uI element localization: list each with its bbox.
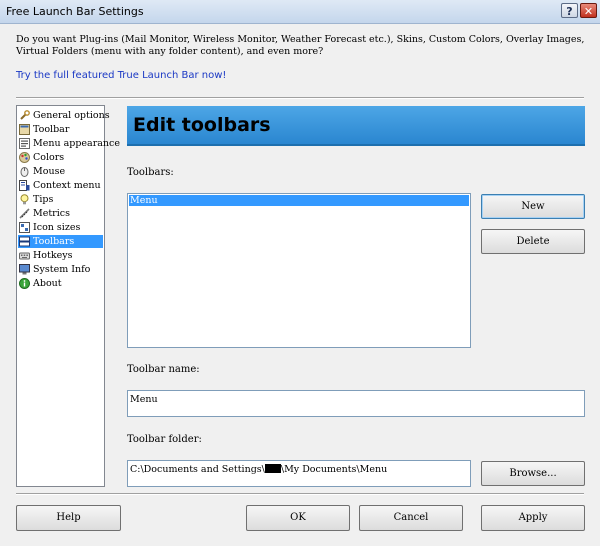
context-menu-icon xyxy=(19,180,30,191)
cancel-button[interactable]: Cancel xyxy=(359,505,463,531)
list-item[interactable]: Menu xyxy=(129,195,469,206)
sidebar-item-label: Menu appearance xyxy=(33,138,120,149)
promo-link[interactable]: Try the full featured True Launch Bar no… xyxy=(16,70,226,81)
sidebar-item-toolbars[interactable]: Toolbars xyxy=(18,235,103,248)
sidebar-item-label: Tips xyxy=(33,194,54,205)
redacted-username xyxy=(264,464,281,473)
mouse-icon xyxy=(20,167,29,177)
wrench-icon xyxy=(20,110,30,120)
title-close-button[interactable]: ✕ xyxy=(580,3,597,18)
sidebar-item-system-info[interactable]: System Info xyxy=(18,263,103,276)
sidebar-item-icon-sizes[interactable]: Icon sizes xyxy=(18,221,103,234)
sidebar-item-hotkeys[interactable]: Hotkeys xyxy=(18,249,103,262)
toolbars-list[interactable]: Menu xyxy=(127,193,471,348)
sidebar-item-menu-appearance[interactable]: Menu appearance xyxy=(18,137,120,150)
toolbar-folder-input[interactable]: C:\Documents and Settings\ \My Documents\… xyxy=(127,460,471,487)
settings-nav: General options Toolbar Menu appearance … xyxy=(16,105,120,487)
info-icon xyxy=(19,278,30,289)
page-title: Edit toolbars xyxy=(133,114,271,136)
top-divider xyxy=(16,97,584,99)
window-title: Free Launch Bar Settings xyxy=(6,5,144,18)
section-banner: Edit toolbars xyxy=(127,106,585,146)
sidebar-item-label: Hotkeys xyxy=(33,250,73,261)
sidebar-item-label: System Info xyxy=(33,264,91,275)
sidebar-item-tips[interactable]: Tips xyxy=(18,193,103,206)
sidebar-item-about[interactable]: About xyxy=(18,277,103,290)
sidebar-item-colors[interactable]: Colors xyxy=(18,151,103,164)
sidebar-item-metrics[interactable]: Metrics xyxy=(18,207,103,220)
palette-icon xyxy=(19,152,30,163)
toolbar-folder-label: Toolbar folder: xyxy=(127,434,202,445)
title-help-button[interactable]: ? xyxy=(561,3,578,18)
sidebar-item-label: General options xyxy=(33,110,110,121)
toolbars-label: Toolbars: xyxy=(127,167,174,178)
sidebar-item-label: About xyxy=(33,278,62,289)
promo-text: Do you want Plug-ins (Mail Monitor, Wire… xyxy=(16,34,585,57)
menu-icon xyxy=(19,138,30,149)
sidebar-item-general-options[interactable]: General options xyxy=(18,109,110,122)
keyboard-icon xyxy=(19,252,30,260)
sidebar-item-label: Mouse xyxy=(33,166,66,177)
sidebar-item-label: Colors xyxy=(33,152,65,163)
apply-button[interactable]: Apply xyxy=(481,505,585,531)
sidebar-item-toolbar[interactable]: Toolbar xyxy=(18,123,103,136)
ok-button[interactable]: OK xyxy=(246,505,350,531)
folder-path-prefix: C:\Documents and Settings\ xyxy=(130,464,265,475)
sidebar-item-label: Toolbars xyxy=(33,236,75,247)
lightbulb-icon xyxy=(20,194,29,205)
bottom-divider xyxy=(16,493,584,495)
sidebar-item-mouse[interactable]: Mouse xyxy=(18,165,103,178)
new-button[interactable]: New xyxy=(481,194,585,219)
sidebar-item-label: Metrics xyxy=(33,208,70,219)
browse-button[interactable]: Browse... xyxy=(481,461,585,486)
folder-path-suffix: \My Documents\Menu xyxy=(280,464,388,475)
sidebar-item-label: Context menu xyxy=(33,180,101,191)
toolbars-icon xyxy=(19,236,30,247)
delete-button[interactable]: Delete xyxy=(481,229,585,254)
toolbar-icon xyxy=(19,124,30,135)
toolbar-name-label: Toolbar name: xyxy=(127,364,200,375)
toolbar-name-input[interactable]: Menu xyxy=(127,390,585,417)
sidebar-item-label: Icon sizes xyxy=(33,222,81,233)
icon-sizes-icon xyxy=(19,222,30,233)
sidebar-item-context-menu[interactable]: Context menu xyxy=(18,179,103,192)
sidebar-item-label: Toolbar xyxy=(33,124,70,135)
metrics-icon xyxy=(19,208,30,219)
monitor-icon xyxy=(19,264,30,275)
help-button[interactable]: Help xyxy=(16,505,121,531)
